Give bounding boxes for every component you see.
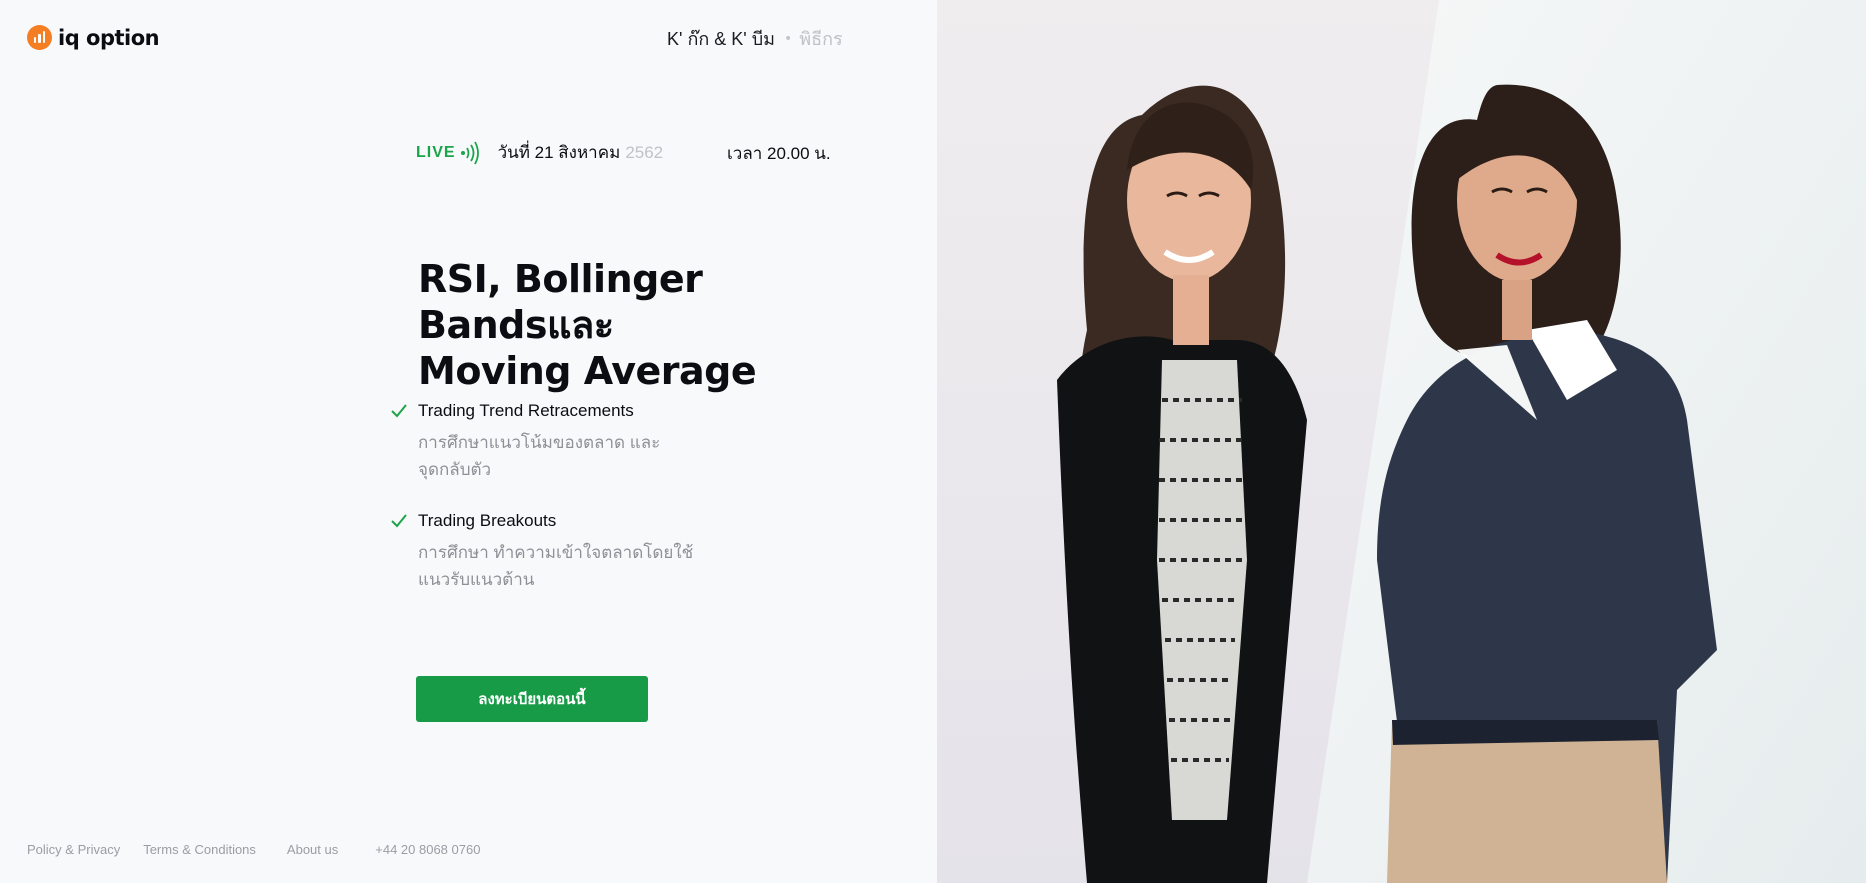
hosts-line: K' ก๊ก & K' บีม • พิธีกร: [667, 24, 843, 53]
about-link[interactable]: About us: [287, 842, 338, 857]
check-icon: [391, 404, 407, 418]
hosts-photo: [937, 0, 1866, 883]
title-line-1: RSI, Bollinger Bandsและ: [418, 257, 703, 347]
event-time: เวลา 20.00 น.: [727, 144, 831, 163]
separator-dot: •: [783, 30, 793, 47]
logo-mark-icon: [27, 25, 52, 50]
feature-description: การศึกษาแนวโน้มของตลาด และ จุดกลับตัว: [418, 429, 708, 483]
title-line-2: Moving Average: [418, 349, 757, 393]
host-names: K' ก๊ก & K' บีม: [667, 29, 775, 49]
check-icon: [391, 514, 407, 528]
feature-desc-line: การศึกษาแนวโน้มของตลาด และ: [418, 433, 661, 452]
event-year: 2562: [625, 142, 664, 162]
terms-link[interactable]: Terms & Conditions: [143, 842, 256, 857]
live-label: LIVE: [416, 143, 456, 161]
hosts-photo-illustration: [937, 0, 1866, 883]
brand-logo[interactable]: iq option: [27, 25, 160, 50]
broadcast-icon: [460, 141, 479, 164]
feature-title: Trading Trend Retracements: [418, 401, 634, 420]
feature-desc-line: การศึกษา ทำความเข้าใจตลาดโดยใช้: [418, 543, 694, 562]
feature-description: การศึกษา ทำความเข้าใจตลาดโดยใช้ แนวรับแน…: [418, 539, 708, 593]
feature-desc-line: จุดกลับตัว: [418, 460, 492, 479]
register-button[interactable]: ลงทะเบียนตอนนี้: [416, 676, 648, 722]
feature-desc-line: แนวรับแนวต้าน: [418, 570, 535, 589]
feature-title: Trading Breakouts: [418, 511, 557, 530]
left-panel: iq option K' ก๊ก & K' บีม • พิธีกร LIVE …: [0, 0, 937, 883]
host-left-figure: [1057, 85, 1307, 883]
logo-text: iq option: [58, 25, 160, 50]
event-date: วันที่ 21 สิงหาคม: [497, 143, 621, 162]
footer-links: Policy & Privacy Terms & Conditions Abou…: [27, 842, 480, 857]
phone-number: +44 20 8068 0760: [375, 842, 481, 857]
page-title: RSI, Bollinger Bandsและ Moving Average: [418, 256, 888, 394]
event-info: LIVE วันที่ 21 สิงหาคม 2562: [416, 139, 663, 166]
host-role: พิธีกร: [799, 29, 843, 49]
policy-link[interactable]: Policy & Privacy: [27, 842, 120, 857]
live-badge: LIVE: [416, 141, 480, 165]
